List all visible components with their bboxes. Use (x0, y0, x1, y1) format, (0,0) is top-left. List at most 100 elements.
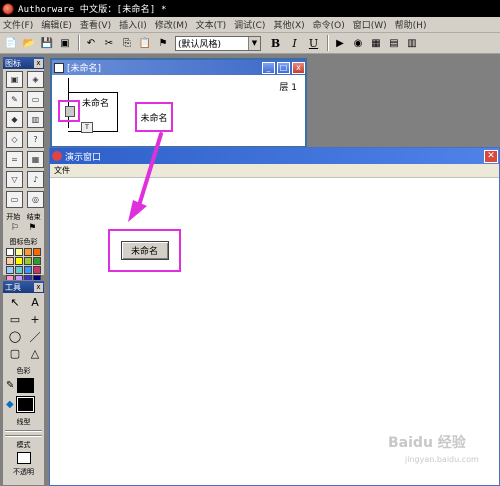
icon-color-swatch[interactable] (6, 266, 14, 274)
rectangle-tool-icon[interactable]: ▭ (6, 312, 24, 327)
bold-button[interactable]: B (267, 37, 284, 50)
title-bar: Authorware 中文版：[未命名] * (0, 0, 500, 17)
sound-icon[interactable]: ♪ (27, 171, 44, 188)
icon-color-swatch[interactable] (24, 248, 32, 256)
new-file-icon[interactable]: 📄 (3, 35, 19, 51)
motion-icon[interactable]: ◈ (27, 71, 44, 88)
pointer-tool-icon[interactable]: ↖ (6, 295, 24, 310)
menu-command[interactable]: 命令(O) (313, 18, 345, 31)
end-flag-label: 结束 (26, 213, 41, 221)
fill-color-row: ◆ (3, 395, 44, 414)
icon-color-swatch[interactable] (24, 257, 32, 265)
import-icon[interactable]: ▣ (57, 35, 73, 51)
crosshair-tool-icon[interactable]: + (26, 312, 44, 327)
icon-color-swatch[interactable] (15, 248, 23, 256)
icon-color-swatch[interactable] (33, 266, 41, 274)
paste-icon[interactable]: 📋 (137, 35, 153, 51)
wait-icon[interactable]: ▭ (27, 91, 44, 108)
open-file-icon[interactable]: 📂 (21, 35, 37, 51)
interaction-icon[interactable]: ? (27, 131, 44, 148)
start-flag-icon[interactable]: ⚐ (11, 223, 19, 233)
tools-panel-title-text: 工具 (5, 282, 21, 292)
flowline-window: [未命名] _ □ x 层 1 未命名 T 未命名 (50, 58, 307, 148)
icon-color-label: 图标色彩 (9, 238, 38, 246)
toolbar-separator (327, 35, 329, 51)
display-icon[interactable]: ▣ (6, 71, 23, 88)
cut-icon[interactable]: ✂ (101, 35, 117, 51)
undo-icon[interactable]: ↶ (83, 35, 99, 51)
icon-color-swatch[interactable] (33, 248, 41, 256)
knowledge-object-icon[interactable]: ▥ (404, 35, 420, 51)
presentation-menu-file[interactable]: 文件 (54, 165, 70, 176)
knowledge-icon[interactable]: ◎ (27, 191, 44, 208)
framework-icon[interactable]: ▥ (27, 111, 44, 128)
polygon-tool-icon[interactable]: △ (26, 346, 44, 361)
digital-movie-icon[interactable]: ▽ (6, 171, 23, 188)
function-window-icon[interactable]: ▦ (368, 35, 384, 51)
icon-color-swatch[interactable] (6, 248, 14, 256)
icons-panel: 图标 x ▣ ◈ ✎ ▭ ◆ ▥ ◇ ? = ▦ ▽ ♪ ▭ ◎ 开始 结束 ⚐… (2, 56, 45, 283)
close-icon[interactable]: ✕ (484, 149, 498, 163)
unnamed-button[interactable]: 未命名 (120, 241, 169, 260)
icon-color-swatch[interactable] (33, 257, 41, 265)
map-icon[interactable]: ▦ (27, 151, 44, 168)
icon-color-grid (3, 247, 44, 284)
line-tool-icon[interactable]: ／ (26, 329, 44, 344)
menu-insert[interactable]: 插入(I) (119, 18, 147, 31)
calculation-icon[interactable]: = (6, 151, 23, 168)
toolbar: 📄 📂 💾 ▣ ↶ ✂ ⎘ 📋 ⚑ (默认风格) ▼ B I U ▶ ◉ ▦ ▤… (0, 33, 500, 54)
flow-icon-name[interactable]: 未命名 (82, 96, 109, 109)
icon-color-swatch[interactable] (24, 266, 32, 274)
rounded-rect-tool-icon[interactable]: ▢ (6, 346, 24, 361)
erase-icon[interactable]: ✎ (6, 91, 23, 108)
close-icon[interactable]: x (34, 58, 43, 68)
presentation-title-bar: 演示窗口 ✕ (50, 148, 499, 164)
stroke-color-row: ✎ (3, 376, 44, 395)
fill-color-swatch[interactable] (15, 396, 35, 413)
interaction-icon[interactable] (65, 106, 75, 117)
window-title: Authorware 中文版：[未命名] * (18, 5, 167, 15)
menu-modify[interactable]: 修改(M) (155, 18, 188, 31)
save-icon[interactable]: 💾 (39, 35, 55, 51)
ellipse-tool-icon[interactable]: ◯ (6, 329, 24, 344)
menu-text[interactable]: 文本(T) (196, 18, 227, 31)
run-icon[interactable]: ▶ (332, 35, 348, 51)
navigate-icon[interactable]: ◆ (6, 111, 23, 128)
button-response-icon[interactable]: T (81, 122, 93, 133)
app-icon (2, 2, 14, 15)
line-style-sample[interactable] (5, 430, 42, 432)
find-icon[interactable]: ⚑ (155, 35, 171, 51)
menu-other[interactable]: 其他(X) (273, 18, 304, 31)
menu-file[interactable]: 文件(F) (3, 18, 33, 31)
menu-debug[interactable]: 调试(C) (234, 18, 265, 31)
menu-window[interactable]: 窗口(W) (353, 18, 387, 31)
layer-label: 层 1 (279, 83, 297, 93)
menu-help[interactable]: 帮助(H) (395, 18, 427, 31)
underline-button[interactable]: U (305, 37, 322, 50)
chevron-down-icon[interactable]: ▼ (248, 36, 260, 50)
mode-selector[interactable] (3, 452, 44, 464)
copy-icon[interactable]: ⎘ (119, 35, 135, 51)
video-icon[interactable]: ▭ (6, 191, 23, 208)
stroke-color-swatch[interactable] (17, 378, 35, 393)
text-tool-icon[interactable]: A (26, 295, 44, 310)
menu-view[interactable]: 查看(V) (80, 18, 111, 31)
italic-button[interactable]: I (286, 37, 303, 50)
line-style-sample[interactable] (5, 435, 42, 437)
close-icon[interactable]: x (34, 282, 43, 292)
style-select[interactable]: (默认风格) ▼ (175, 35, 261, 51)
control-panel-icon[interactable]: ◉ (350, 35, 366, 51)
end-flag-icon[interactable]: ⚑ (28, 223, 36, 233)
menu-edit[interactable]: 编辑(E) (41, 18, 72, 31)
icon-color-swatch[interactable] (6, 257, 14, 265)
close-icon[interactable]: x (292, 61, 305, 74)
decision-icon[interactable]: ◇ (6, 131, 23, 148)
menu-bar: 文件(F) 编辑(E) 查看(V) 插入(I) 修改(M) 文本(T) 调试(C… (0, 17, 500, 33)
maximize-icon[interactable]: □ (277, 61, 290, 74)
flow-callout-text: 未命名 (140, 113, 168, 124)
variable-window-icon[interactable]: ▤ (386, 35, 402, 51)
watermark-logo: Baidu 经验 (388, 435, 466, 451)
icon-color-swatch[interactable] (15, 257, 23, 265)
icon-color-swatch[interactable] (15, 266, 23, 274)
minimize-icon[interactable]: _ (262, 61, 275, 74)
